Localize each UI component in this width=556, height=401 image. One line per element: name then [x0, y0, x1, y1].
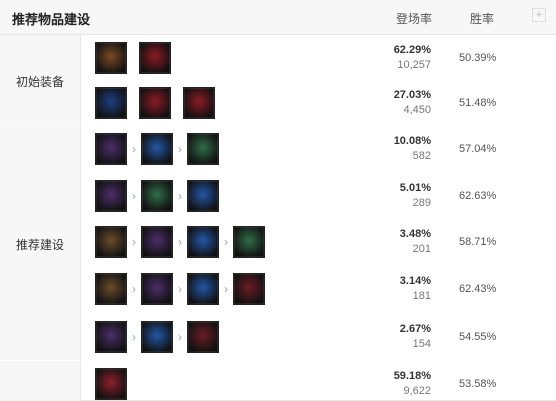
table-row: › › › 3.14% 181 62.43%: [81, 266, 556, 315]
table-row: › › 2.67% 154 54.55%: [81, 314, 556, 362]
red-potion-icon[interactable]: [183, 87, 215, 119]
armor-icon[interactable]: [187, 133, 219, 165]
chevron-right-icon: ›: [132, 142, 136, 156]
chevron-right-icon: ›: [178, 189, 182, 203]
pick-rate: 10.08% 582: [381, 135, 431, 162]
item-build: › › ›: [95, 272, 265, 306]
chevron-right-icon: ›: [178, 330, 182, 344]
table-row: 59.18% 9,622 53.58%: [81, 361, 556, 401]
purple-helm-icon[interactable]: [95, 180, 127, 212]
armor-icon[interactable]: [141, 180, 173, 212]
purple-helm-icon[interactable]: [95, 133, 127, 165]
boots-icon[interactable]: [95, 368, 127, 400]
group-starting-items: 初始装备: [0, 35, 81, 125]
item-build: › › ›: [95, 225, 265, 259]
hourglass-icon[interactable]: [187, 226, 219, 258]
item-build: › ›: [95, 132, 219, 166]
chevron-right-icon: ›: [224, 235, 228, 249]
red-armor-icon[interactable]: [187, 321, 219, 353]
bronze-helm-icon[interactable]: [95, 226, 127, 258]
chevron-right-icon: ›: [132, 330, 136, 344]
shield-icon[interactable]: [95, 42, 127, 74]
purple-helm-icon[interactable]: [141, 273, 173, 305]
chevron-right-icon: ›: [224, 282, 228, 296]
hourglass-icon[interactable]: [141, 321, 173, 353]
bronze-helm-icon[interactable]: [95, 273, 127, 305]
page-title: 推荐物品建设: [12, 12, 91, 27]
pick-rate-count: 10,257: [397, 59, 431, 71]
group-recommended-build: 推荐建设: [0, 126, 81, 360]
pick-rate-count: 9,622: [403, 385, 431, 397]
hourglass-icon[interactable]: [187, 180, 219, 212]
win-rate: 62.43%: [459, 283, 497, 295]
red-armor-icon[interactable]: [233, 273, 265, 305]
relic-icon[interactable]: [95, 87, 127, 119]
chevron-right-icon: ›: [132, 282, 136, 296]
purple-helm-icon[interactable]: [141, 226, 173, 258]
chevron-right-icon: ›: [178, 235, 182, 249]
item-build: › ›: [95, 320, 219, 354]
chevron-right-icon: ›: [178, 282, 182, 296]
pick-rate-count: 154: [412, 338, 431, 350]
pick-rate: 59.18% 9,622: [381, 370, 431, 397]
pick-rate-percent: 59.18%: [393, 370, 431, 382]
expand-button[interactable]: +: [532, 8, 546, 22]
table-row: › › 10.08% 582 57.04%: [81, 126, 556, 174]
armor-icon[interactable]: [233, 226, 265, 258]
pick-rate: 2.67% 154: [381, 323, 431, 350]
pick-rate: 5.01% 289: [381, 182, 431, 209]
pick-rate-count: 4,450: [403, 104, 431, 116]
table-row: 62.29% 10,257 50.39%: [81, 35, 556, 81]
pick-rate-percent: 2.67%: [399, 323, 431, 335]
table-header: 推荐物品建设 登场率 胜率 +: [0, 0, 556, 35]
win-rate: 53.58%: [459, 378, 497, 390]
pick-rate-percent: 62.29%: [393, 44, 431, 56]
pick-rate-count: 289: [412, 197, 431, 209]
pick-rate: 27.03% 4,450: [381, 89, 431, 116]
pick-rate-percent: 27.03%: [393, 89, 431, 101]
column-win-rate: 胜率: [470, 12, 495, 26]
pick-rate-percent: 3.48%: [399, 228, 431, 240]
pick-rate-count: 201: [412, 243, 431, 255]
recommended-items-panel: 推荐物品建设 登场率 胜率 + 初始装备 推荐建设 62.29% 10,257 50…: [0, 0, 556, 401]
table-row: › › › 3.48% 201 58.71%: [81, 219, 556, 267]
table-row: 27.03% 4,450 51.48%: [81, 80, 556, 127]
chevron-right-icon: ›: [132, 189, 136, 203]
red-potion-icon[interactable]: [139, 42, 171, 74]
table-row: › › 5.01% 289 62.63%: [81, 173, 556, 220]
group-label: 推荐建设: [15, 238, 64, 252]
item-build: › ›: [95, 179, 219, 213]
item-build: [95, 41, 171, 75]
item-build: [95, 86, 215, 120]
pick-rate-count: 582: [412, 150, 431, 162]
win-rate: 50.39%: [459, 52, 497, 64]
purple-helm-icon[interactable]: [95, 321, 127, 353]
chevron-right-icon: ›: [178, 142, 182, 156]
pick-rate-percent: 10.08%: [393, 135, 431, 147]
group-label: 初始装备: [15, 75, 64, 89]
pick-rate-count: 181: [412, 290, 431, 302]
item-build: [95, 367, 127, 401]
group-next: [0, 361, 81, 400]
pick-rate: 3.14% 181: [381, 275, 431, 302]
win-rate: 57.04%: [459, 143, 497, 155]
pick-rate-percent: 3.14%: [399, 275, 431, 287]
chevron-right-icon: ›: [132, 235, 136, 249]
pick-rate-percent: 5.01%: [399, 182, 431, 194]
pick-rate: 3.48% 201: [381, 228, 431, 255]
win-rate: 58.71%: [459, 236, 497, 248]
pick-rate: 62.29% 10,257: [381, 44, 431, 71]
column-pick-rate: 登场率: [396, 12, 433, 26]
red-potion-icon[interactable]: [139, 87, 171, 119]
hourglass-icon[interactable]: [187, 273, 219, 305]
hourglass-icon[interactable]: [141, 133, 173, 165]
win-rate: 62.63%: [459, 190, 497, 202]
win-rate: 54.55%: [459, 331, 497, 343]
win-rate: 51.48%: [459, 97, 497, 109]
